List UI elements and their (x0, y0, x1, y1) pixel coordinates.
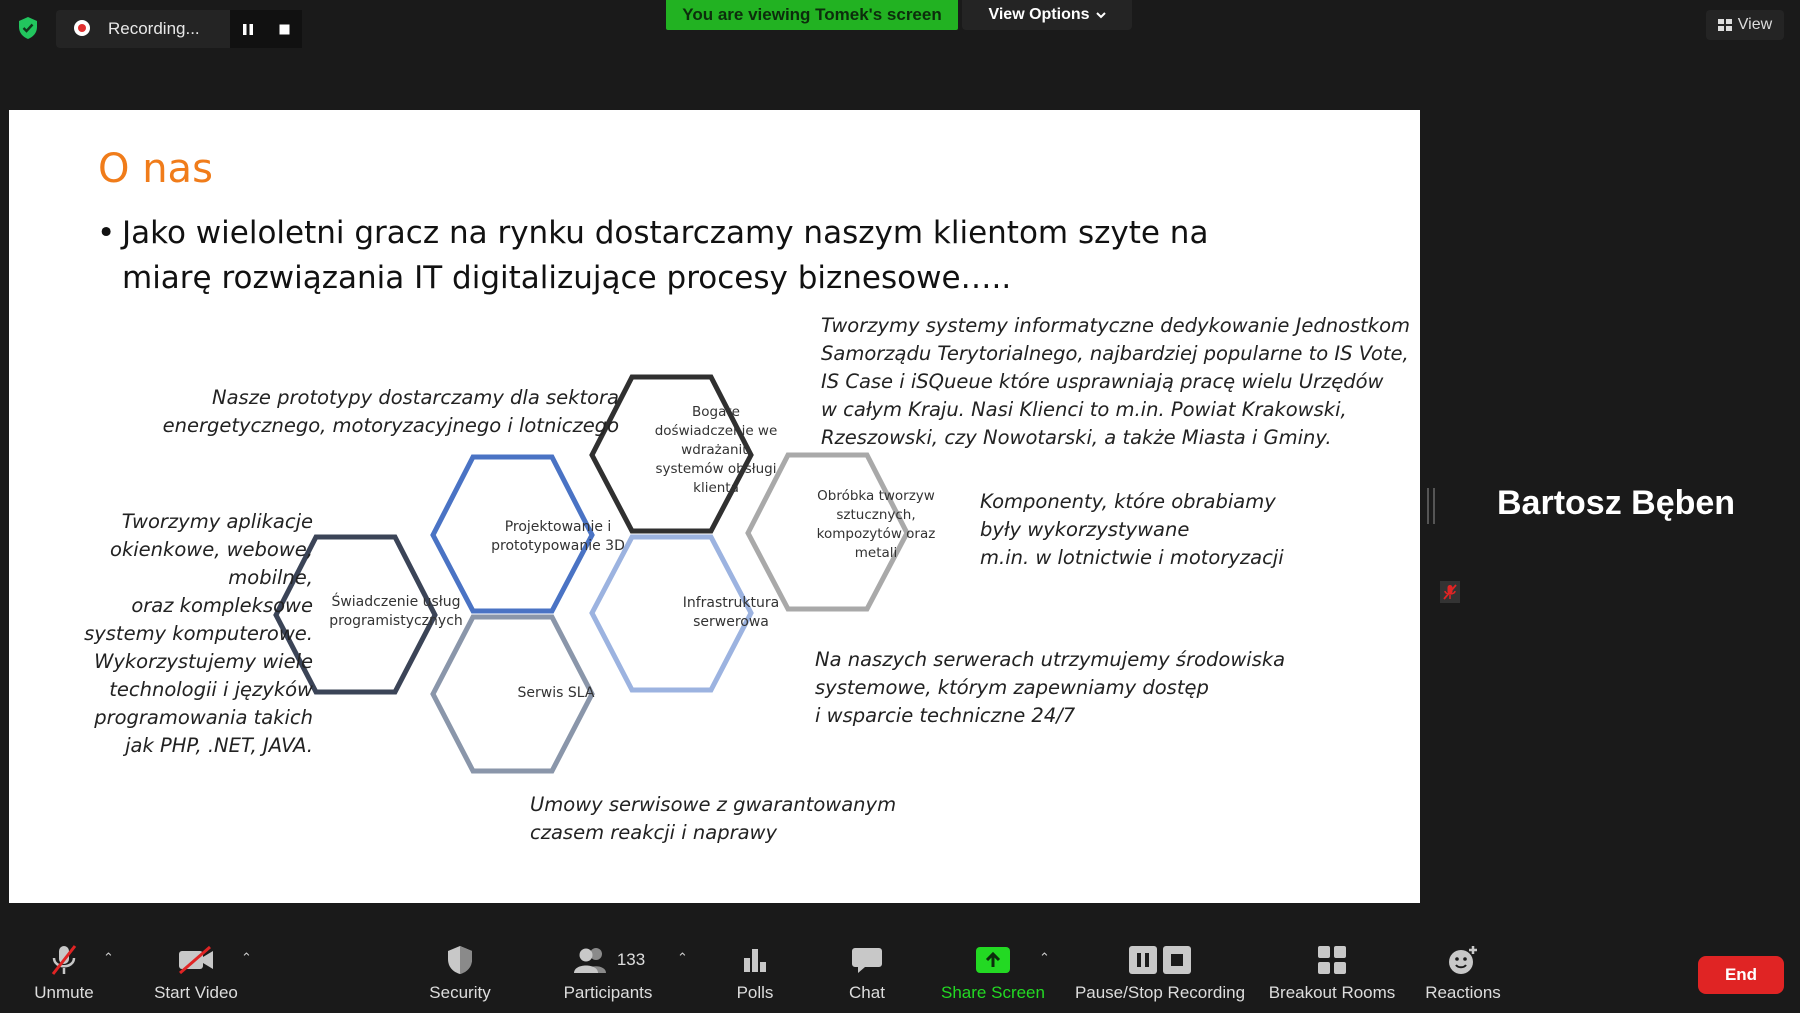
note-line: Na naszych serwerach utrzymujemy środowi… (815, 648, 1286, 671)
note-line: Wykorzystujemy wiele (94, 650, 313, 673)
chat-label: Chat (849, 983, 885, 1002)
note-line: Komponenty, które obrabiamy (980, 490, 1276, 513)
note-systems: Tworzymy systemy informatyczne dedykowan… (821, 312, 1411, 452)
note-line: czasem reakcji i naprawy (530, 821, 778, 844)
note-components: Komponenty, które obrabiamy były wykorzy… (980, 488, 1400, 572)
breakout-rooms-button[interactable]: Breakout Rooms (1262, 920, 1402, 1013)
panel-resize-handle[interactable] (1427, 488, 1435, 524)
note-line: były wykorzystywane (980, 518, 1190, 541)
note-servers: Na naszych serwerach utrzymujemy środowi… (815, 646, 1315, 730)
share-screen-arrow-icon (976, 947, 1010, 973)
hex-label-experience: Bogate doświadczenie we wdrażaniu system… (654, 403, 778, 496)
share-screen-options-chevron-icon[interactable]: ⌃ (1039, 950, 1050, 966)
polls-button[interactable]: Polls (720, 920, 790, 1013)
note-line: technologii i języków (109, 678, 313, 701)
security-shield-icon[interactable] (17, 16, 39, 40)
note-line: Tworzymy aplikacje (121, 510, 313, 533)
pause-stop-recording-label: Pause/Stop Recording (1074, 983, 1246, 1002)
video-camera-muted-icon (179, 945, 213, 975)
participant-muted-icon (1440, 581, 1460, 603)
note-line: programowania takich (94, 706, 313, 729)
share-screen-button[interactable]: Share Screen (936, 920, 1050, 1013)
recording-indicator: Recording... (56, 10, 302, 48)
audio-options-chevron-icon[interactable]: ⌃ (103, 950, 114, 966)
note-line: Nasze prototypy dostarczamy dla sektora (212, 386, 619, 409)
participants-icon (573, 948, 606, 973)
end-meeting-button[interactable]: End (1698, 956, 1784, 994)
hex-label-sla: Serwis SLA (517, 684, 595, 701)
hex-label-design: Projektowanie i prototypowanie 3D (491, 519, 625, 554)
note-line: Samorządu Terytorialnego, najbardziej po… (821, 342, 1409, 365)
stop-icon (1163, 946, 1191, 974)
share-screen-label: Share Screen (941, 983, 1045, 1002)
recording-label: Recording... (108, 19, 200, 38)
note-applications: Tworzymy aplikacje okienkowe, webowe, mo… (59, 508, 313, 760)
note-line: energetycznego, motoryzacyjnego i lotnic… (162, 414, 619, 437)
meeting-toolbar: Unmute ⌃ Start Video ⌃ Security 133 Part… (0, 920, 1800, 1013)
participants-button[interactable]: 133 Participants (556, 920, 660, 1013)
participants-label: Participants (563, 983, 653, 1002)
video-options-chevron-icon[interactable]: ⌃ (241, 950, 252, 966)
view-options-button[interactable]: View Options (962, 0, 1132, 30)
microphone-muted-icon (51, 945, 77, 975)
start-video-label: Start Video (154, 983, 238, 1002)
chat-bubble-icon (852, 948, 882, 973)
view-button[interactable]: View (1706, 10, 1784, 40)
note-line: m.in. w lotnictwie i motoryzacji (980, 546, 1284, 569)
shared-screen-slide: O nas • Jako wieloletni gracz na rynku d… (9, 110, 1420, 903)
note-line: i wsparcie techniczne 24/7 (815, 704, 1076, 727)
note-line: mobilne, (228, 566, 313, 589)
unmute-label: Unmute (34, 983, 94, 1002)
unmute-button[interactable]: Unmute (22, 920, 106, 1013)
breakout-rooms-label: Breakout Rooms (1268, 983, 1396, 1002)
participants-count: 133 (616, 950, 646, 969)
note-line: Rzeszowski, czy Nowotarski, a także Mias… (821, 426, 1332, 449)
note-line: IS Case i iSQueue które usprawniają prac… (821, 370, 1384, 393)
note-line: okienkowe, webowe, (110, 538, 313, 561)
recording-dot-icon (74, 20, 90, 36)
pause-stop-recording-button[interactable]: Pause/Stop Recording (1072, 920, 1248, 1013)
hex-label-infrastructure: Infrastruktura serwerowa (682, 595, 780, 630)
security-button[interactable]: Security (420, 920, 500, 1013)
note-line: Umowy serwisowe z gwarantowanym (530, 793, 897, 816)
note-prototypes: Nasze prototypy dostarczamy dla sektora … (139, 384, 619, 440)
chevron-down-icon (1095, 11, 1106, 18)
breakout-rooms-grid-icon (1318, 946, 1346, 974)
participant-name: Bartosz Bęben (1497, 484, 1736, 522)
note-contracts: Umowy serwisowe z gwarantowanym czasem r… (530, 791, 950, 847)
hex-label-processing: Obróbka tworzyw sztucznych, kompozytów o… (816, 488, 936, 561)
pause-icon (1129, 946, 1157, 974)
polls-bar-chart-icon (744, 949, 766, 972)
security-label: Security (429, 983, 491, 1002)
pause-recording-button[interactable] (230, 10, 266, 48)
note-line: jak PHP, .NET, JAVA. (125, 734, 313, 757)
view-options-label: View Options (988, 6, 1090, 23)
grid-view-icon (1717, 19, 1732, 31)
view-label: View (1737, 16, 1773, 33)
hex-label-programming: Świadczenie usług programistycznych (329, 594, 463, 629)
note-line: oraz kompleksowe (131, 594, 313, 617)
reactions-button[interactable]: Reactions (1418, 920, 1508, 1013)
reactions-label: Reactions (1425, 983, 1501, 1002)
reactions-smiley-icon (1449, 946, 1477, 974)
note-line: Tworzymy systemy informatyczne dedykowan… (821, 314, 1411, 337)
stop-icon (279, 24, 289, 34)
start-video-button[interactable]: Start Video (144, 920, 248, 1013)
note-line: w całym Kraju. Nasi Klienci to m.in. Pow… (821, 398, 1347, 421)
chat-button[interactable]: Chat (834, 920, 900, 1013)
polls-label: Polls (736, 983, 774, 1002)
participants-options-chevron-icon[interactable]: ⌃ (677, 950, 688, 966)
security-shield-icon (448, 946, 472, 974)
pause-icon (243, 23, 253, 35)
viewing-screen-banner: You are viewing Tomek's screen (666, 0, 958, 30)
note-line: systemy komputerowe. (84, 622, 313, 645)
stop-recording-button[interactable] (266, 10, 302, 48)
note-line: systemowe, którym zapewniamy dostęp (815, 676, 1209, 699)
